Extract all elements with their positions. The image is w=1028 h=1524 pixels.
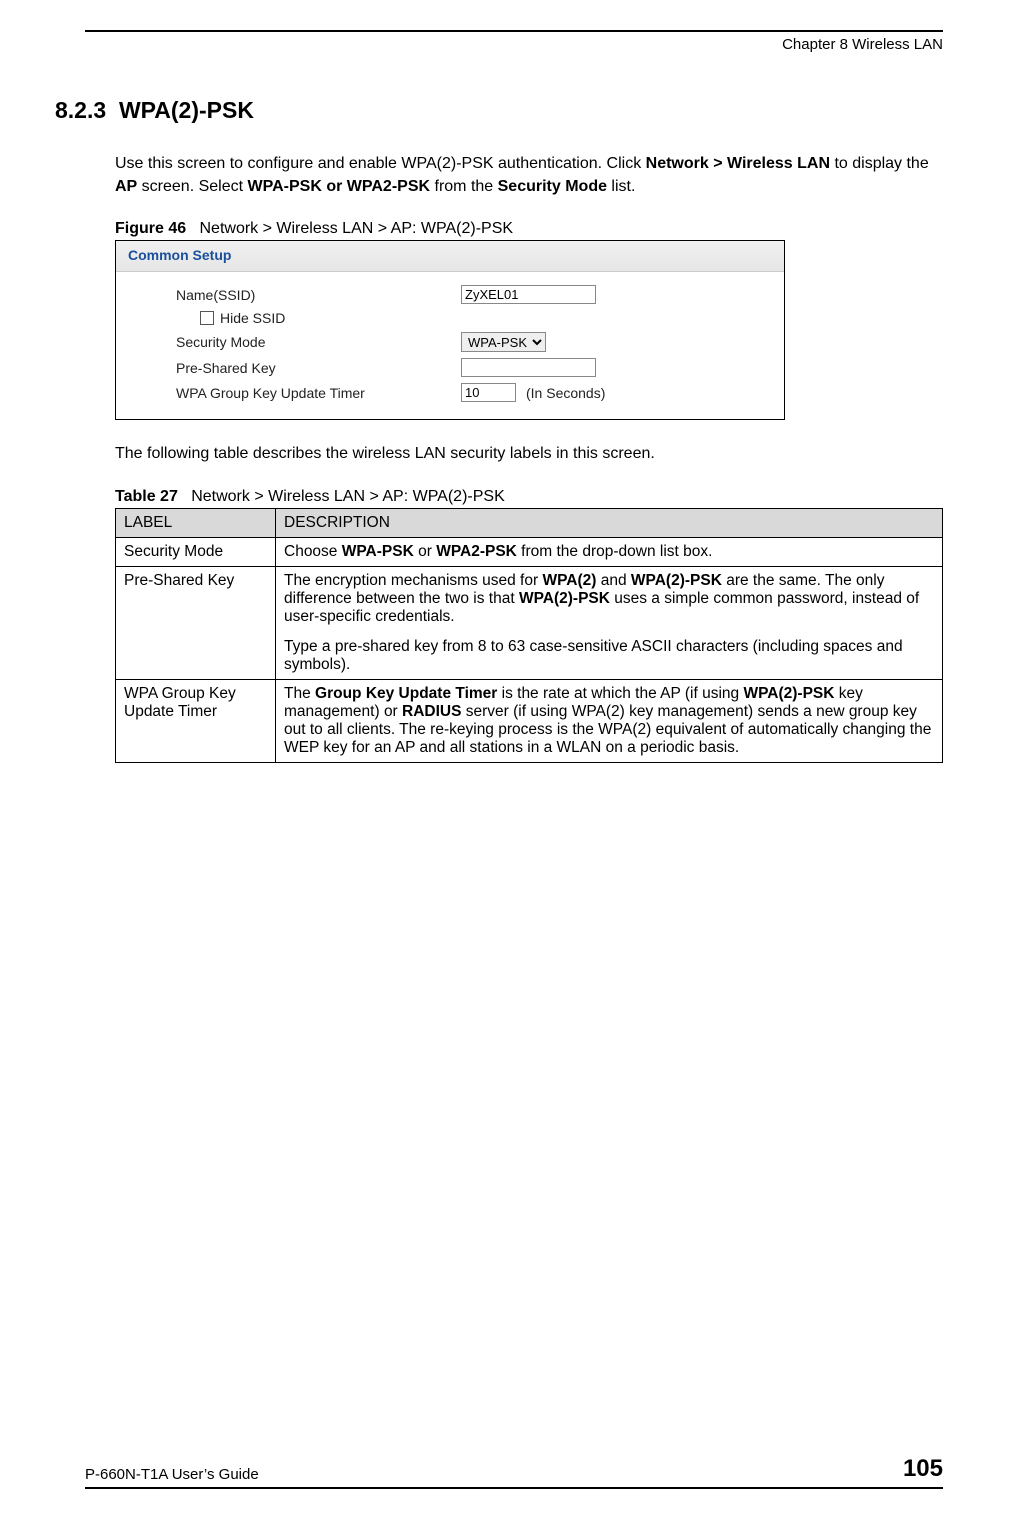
table-header-row: LABEL DESCRIPTION <box>116 508 943 537</box>
section-number: 8.2.3 <box>55 97 106 123</box>
psk-label: Pre-Shared Key <box>176 360 461 376</box>
ssid-label: Name(SSID) <box>176 287 461 303</box>
security-mode-label: Security Mode <box>176 334 461 350</box>
timer-label: WPA Group Key Update Timer <box>176 385 461 401</box>
row-label: Pre-Shared Key <box>116 566 276 679</box>
ssid-input[interactable] <box>461 285 596 304</box>
figure-panel: Common Setup Name(SSID) Hide SSID <box>115 240 785 420</box>
table-row: Security Mode Choose WPA-PSK or WPA2-PSK… <box>116 537 943 566</box>
psk-input[interactable] <box>461 358 596 377</box>
figure-panel-title: Common Setup <box>128 247 231 263</box>
row-description: The encryption mechanisms used for WPA(2… <box>276 566 943 679</box>
intro-paragraph: Use this screen to configure and enable … <box>115 152 943 198</box>
description-table: LABEL DESCRIPTION Security Mode Choose W… <box>115 508 943 763</box>
chapter-header: Chapter 8 Wireless LAN <box>85 30 943 53</box>
row-description: The Group Key Update Timer is the rate a… <box>276 679 943 762</box>
section-title: WPA(2)-PSK <box>119 97 254 123</box>
security-mode-select[interactable]: WPA-PSK <box>461 332 546 352</box>
hide-ssid-checkbox[interactable] <box>200 311 214 325</box>
timer-input[interactable] <box>461 383 516 402</box>
table-row: WPA Group Key Update Timer The Group Key… <box>116 679 943 762</box>
th-label: LABEL <box>116 508 276 537</box>
page-footer: P-660N-T1A User’s Guide 105 <box>85 1455 943 1489</box>
figure-titlebar: Common Setup <box>116 241 784 272</box>
row-label: Security Mode <box>116 537 276 566</box>
figure-caption: Figure 46 Network > Wireless LAN > AP: W… <box>115 220 943 238</box>
table-row: Pre-Shared Key The encryption mechanisms… <box>116 566 943 679</box>
hide-ssid-label: Hide SSID <box>220 310 285 326</box>
row-label: WPA Group Key Update Timer <box>116 679 276 762</box>
table-caption: Table 27 Network > Wireless LAN > AP: WP… <box>115 488 943 506</box>
page-number: 105 <box>903 1455 943 1483</box>
th-description: DESCRIPTION <box>276 508 943 537</box>
timer-unit: (In Seconds) <box>526 385 605 401</box>
guide-name: P-660N-T1A User’s Guide <box>85 1466 259 1483</box>
table-intro-paragraph: The following table describes the wirele… <box>115 442 943 465</box>
section-heading: 8.2.3 WPA(2)-PSK <box>55 97 943 124</box>
row-description: Choose WPA-PSK or WPA2-PSK from the drop… <box>276 537 943 566</box>
